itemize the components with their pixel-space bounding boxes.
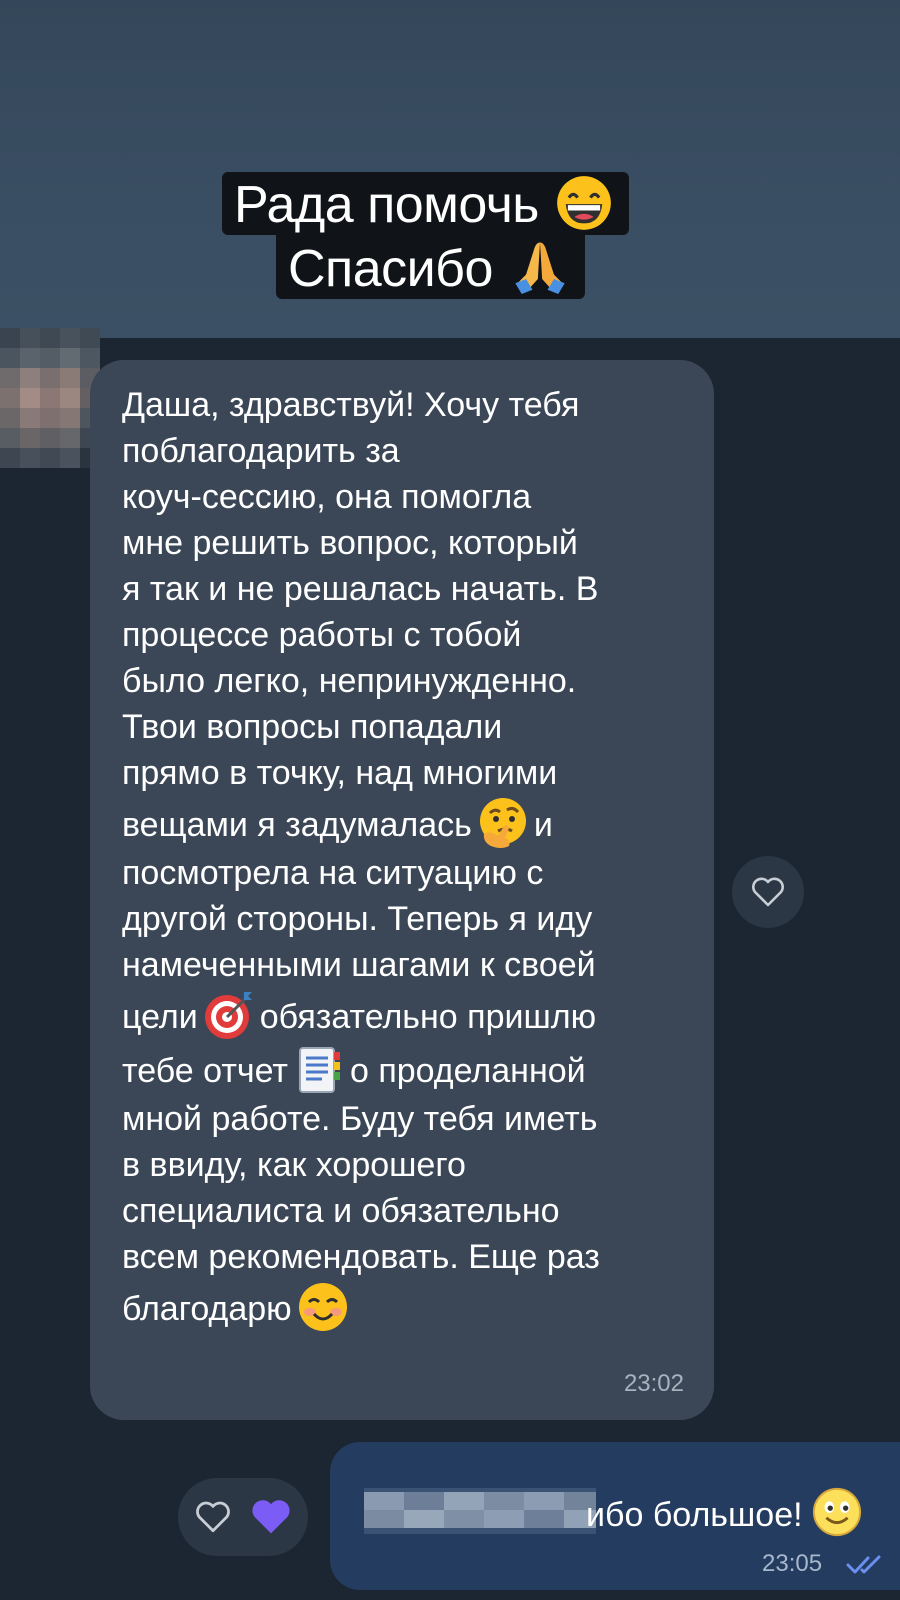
message-line: благодарю <box>122 1290 292 1328</box>
message-line: посмотрела на ситуацию с <box>122 854 544 892</box>
folded-hands-icon <box>515 242 565 294</box>
message-line: цели <box>122 998 198 1036</box>
message-line: прямо в точку, над многими <box>122 754 558 792</box>
notepad-icon <box>298 1047 340 1093</box>
message-line: вещами я задумалась <box>122 806 472 844</box>
message-line: всем рекомендовать. Еще раз <box>122 1238 600 1276</box>
message-line: процессе работы с тобой <box>122 616 522 654</box>
message-line: в ввиду, как хорошего <box>122 1146 466 1184</box>
redacted-text-block <box>364 1488 596 1534</box>
double-check-icon <box>846 1555 881 1574</box>
thinking-face-icon <box>479 798 526 848</box>
incoming-message-time: 23:02 <box>623 1370 684 1397</box>
outgoing-message-bubble[interactable]: ибо большое! 23:05 <box>330 1442 900 1590</box>
message-line: мной работе. Буду тебя иметь <box>122 1100 598 1138</box>
message-line: другой стороны. Теперь я иду <box>122 900 593 938</box>
smiling-face-icon <box>298 1283 347 1331</box>
reactions-pill[interactable] <box>178 1478 308 1556</box>
message-line: мне решить вопрос, который <box>122 524 578 562</box>
incoming-message-bubble[interactable]: Даша, здравствуй! Хочу тебя поблагодарит… <box>90 360 714 1420</box>
message-line: о проделанной <box>349 1052 586 1090</box>
message-line: было легко, непринужденно. <box>122 662 577 700</box>
message-line: тебе отчет <box>122 1052 288 1090</box>
heart-filled-icon[interactable] <box>250 1498 292 1536</box>
outgoing-message-text: ибо большое! <box>586 1486 867 1538</box>
message-line: обязательно пришлю <box>259 998 597 1036</box>
banner-caption-line-1: Рада помочь <box>222 172 629 235</box>
heart-outline-icon <box>752 877 784 907</box>
message-line: специалиста и обязательно <box>122 1192 560 1230</box>
outgoing-message-time: 23:05 <box>762 1550 823 1577</box>
message-line: намеченными шагами к своей <box>122 946 596 984</box>
banner-caption-line-2: Спасибо <box>276 234 585 299</box>
message-line: Твои вопросы попадали <box>122 708 503 746</box>
message-line: я так и не решалась начать. В <box>122 570 599 608</box>
outgoing-text-fragment: ибо большое! <box>586 1496 803 1534</box>
slightly-smiling-face-icon <box>812 1487 861 1537</box>
message-line: коуч-сессию, она помогла <box>122 478 532 516</box>
message-line: поблагодарить за <box>122 432 400 470</box>
incoming-message-text: Даша, здравствуй! Хочу тебя поблагодарит… <box>122 382 702 1334</box>
message-line: и <box>533 806 553 844</box>
heart-outline-icon[interactable] <box>194 1500 232 1534</box>
direct-hit-icon <box>204 992 252 1039</box>
banner-caption-text-2: Спасибо <box>288 240 493 298</box>
story-banner[interactable]: Рада помочь Спасибо <box>0 0 900 338</box>
grinning-face-icon <box>556 176 611 230</box>
chat-screen: Рада помочь Спасибо Даша, здравствуй! Хо… <box>0 0 900 1600</box>
add-reaction-button[interactable] <box>732 856 804 928</box>
banner-caption-text-1: Рада помочь <box>234 176 539 234</box>
message-line: Даша, здравствуй! Хочу тебя <box>122 386 580 424</box>
